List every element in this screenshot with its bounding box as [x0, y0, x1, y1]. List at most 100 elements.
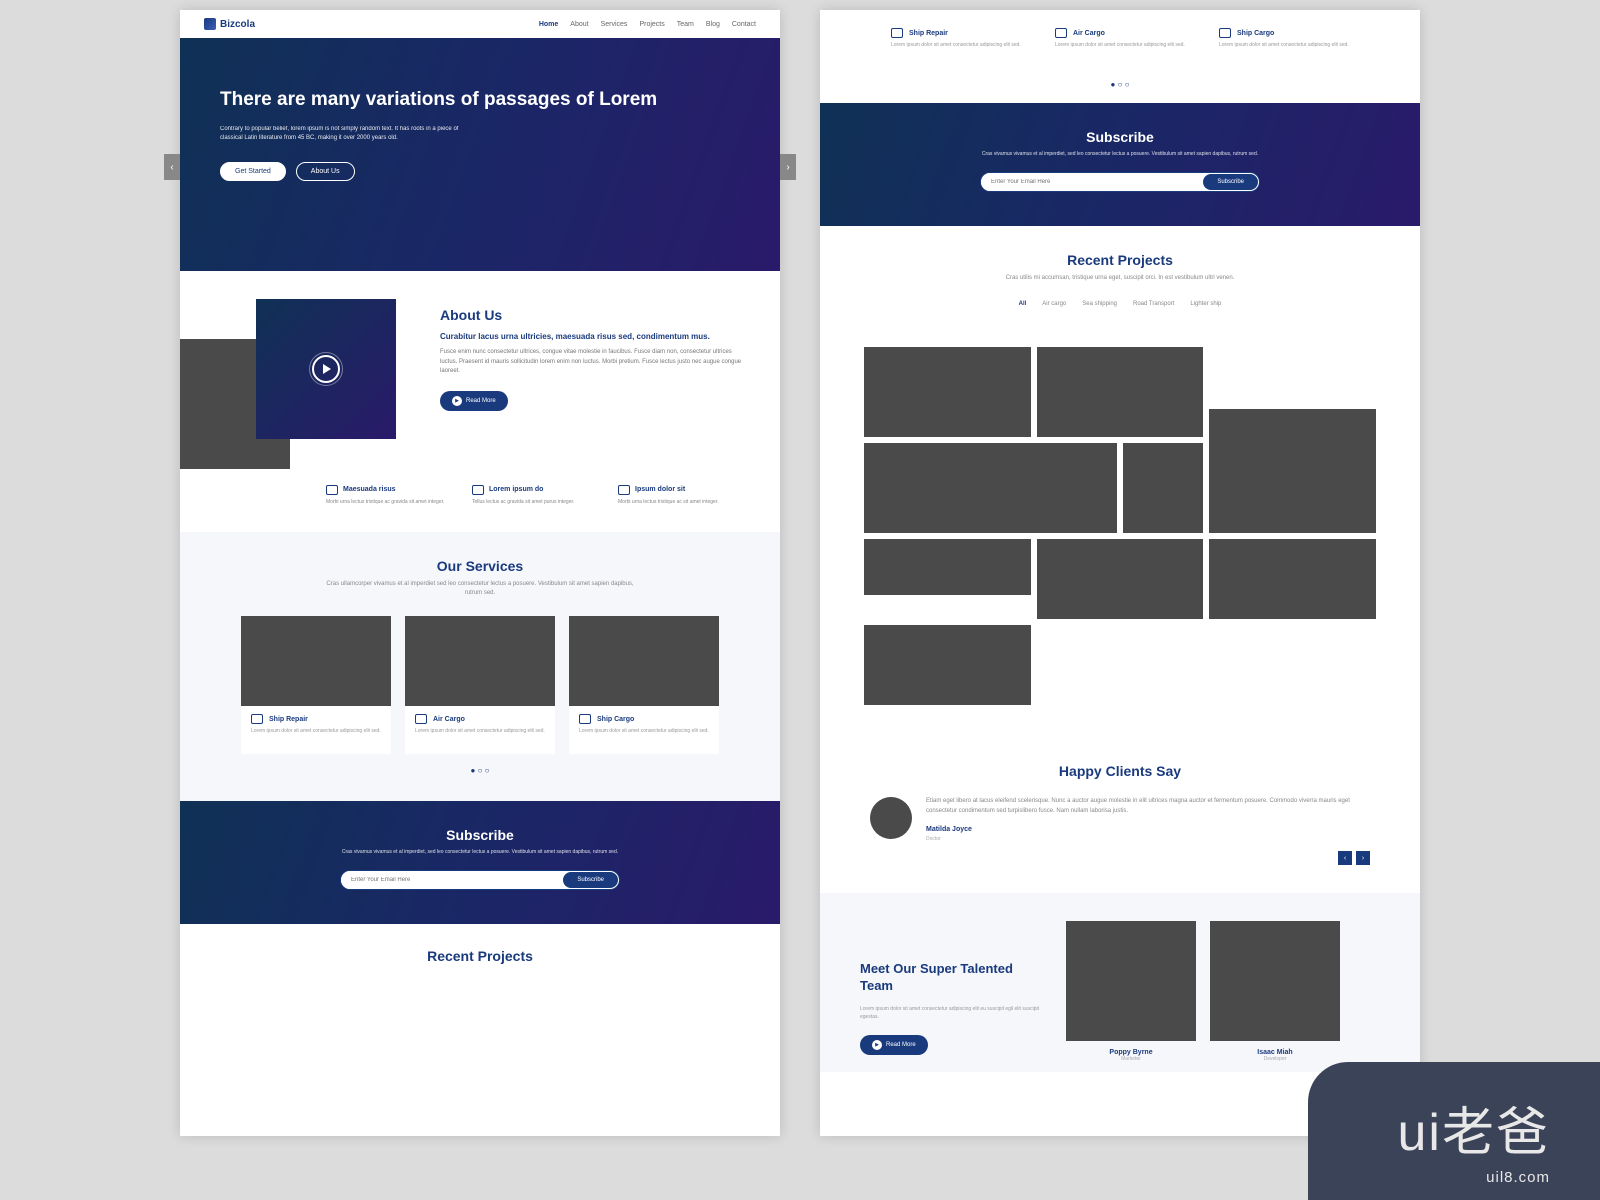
service-card[interactable]: Ship CargoLorem ipsum dolor sit amet con… — [1209, 20, 1359, 68]
nav-contact[interactable]: Contact — [732, 21, 756, 28]
carousel-dots[interactable]: ● ○ ○ — [856, 80, 1384, 89]
about-video[interactable] — [256, 299, 396, 439]
card-image — [241, 616, 391, 706]
testi-prev-icon[interactable]: ‹ — [1338, 851, 1352, 865]
feature-item: Maesuada risusMorbi urna lectus tristiqu… — [326, 485, 452, 507]
project-thumb[interactable] — [864, 443, 1117, 533]
project-thumb[interactable] — [1037, 347, 1204, 437]
nav-services[interactable]: Services — [601, 21, 628, 28]
right-preview: Ship RepairLorem ipsum dolor sit amet co… — [820, 10, 1420, 1136]
truck-icon — [326, 485, 338, 495]
subscribe-form: Subscribe — [340, 870, 620, 890]
card-image — [405, 616, 555, 706]
subscribe-button[interactable]: Subscribe — [1203, 174, 1258, 190]
member-photo — [1210, 921, 1340, 1041]
email-input[interactable] — [341, 871, 562, 889]
about-desc: Fusce enim nunc consectetur ultrices, co… — [440, 348, 744, 377]
ship-repair-icon — [251, 714, 263, 724]
team-title: Meet Our Super Talented Team — [860, 961, 1040, 995]
team-read-more-button[interactable]: Read More — [860, 1035, 928, 1055]
clients-title: Happy Clients Say — [870, 763, 1370, 779]
ship-repair-icon — [891, 28, 903, 38]
subscribe-button[interactable]: Subscribe — [563, 872, 618, 888]
nav-home[interactable]: Home — [539, 21, 558, 28]
project-thumb[interactable] — [864, 625, 1031, 705]
projects-grid — [820, 347, 1420, 735]
nav-team[interactable]: Team — [677, 21, 694, 28]
read-more-button[interactable]: Read More — [440, 391, 508, 411]
service-card[interactable]: Ship RepairLorem ipsum dolor sit amet co… — [881, 20, 1031, 68]
card-image — [569, 616, 719, 706]
main-nav: Home About Services Projects Team Blog C… — [539, 21, 756, 28]
services-section: Our Services Cras ullamcorper vivamus et… — [180, 532, 780, 801]
nav-blog[interactable]: Blog — [706, 21, 720, 28]
filter-item[interactable]: Lighter ship — [1190, 301, 1221, 307]
project-thumb[interactable] — [1209, 539, 1376, 619]
services-title: Our Services — [216, 558, 744, 574]
project-thumb[interactable] — [864, 539, 1031, 595]
testi-next-icon[interactable]: › — [1356, 851, 1370, 865]
hero-next-arrow[interactable]: › — [780, 154, 796, 180]
nav-about[interactable]: About — [570, 21, 588, 28]
air-cargo-icon — [415, 714, 427, 724]
service-card[interactable]: Ship CargoLorem ipsum dolor sit amet con… — [569, 616, 719, 754]
client-name: Matilda Joyce — [926, 824, 1370, 835]
about-us-button[interactable]: About Us — [296, 162, 355, 181]
features-row: Maesuada risusMorbi urna lectus tristiqu… — [326, 485, 744, 507]
filter-item[interactable]: Sea shipping — [1082, 301, 1117, 307]
client-quote: Etiam eget libero at lacus eleifend scel… — [926, 797, 1370, 816]
ship-cargo-icon — [1219, 28, 1231, 38]
left-preview: Bizcola Home About Services Projects Tea… — [180, 10, 780, 1136]
watermark: ui老爸 uil8.com — [1308, 1062, 1600, 1200]
air-cargo-icon — [1055, 28, 1067, 38]
subscribe-desc: Cras vivamus vivamus et al imperdiet, se… — [980, 151, 1260, 159]
subscribe-form: Subscribe — [980, 172, 1260, 192]
project-thumb[interactable] — [1037, 539, 1204, 619]
feature-item: Ipsum dolor sitMorbi urna lectus tristiq… — [618, 485, 744, 507]
projects-sub: Cras utilis mi accumsan, tristique urna … — [960, 274, 1280, 283]
projects-title: Recent Projects — [856, 252, 1384, 268]
testimonials-section: Happy Clients Say Etiam eget libero at l… — [820, 735, 1420, 893]
project-thumb[interactable] — [1209, 409, 1376, 533]
testimonial-nav: ‹ › — [870, 851, 1370, 865]
client-avatar — [870, 797, 912, 839]
services-cards-top: Ship RepairLorem ipsum dolor sit amet co… — [820, 10, 1420, 103]
team-member[interactable]: Isaac MiahDeveloper — [1210, 921, 1340, 1062]
about-title: About Us — [440, 307, 744, 323]
logo-icon — [204, 18, 216, 30]
filter-all[interactable]: All — [1019, 301, 1027, 307]
filter-item[interactable]: Road Transport — [1133, 301, 1174, 307]
logo[interactable]: Bizcola — [204, 18, 255, 30]
projects-section: Recent Projects Cras utilis mi accumsan,… — [820, 226, 1420, 347]
client-role: Doctor — [926, 835, 1370, 843]
ship-cargo-icon — [579, 714, 591, 724]
subscribe-desc: Cras vivamus vivamus et al imperdiet, se… — [340, 849, 620, 857]
topbar: Bizcola Home About Services Projects Tea… — [180, 10, 780, 38]
project-filters: All Air cargo Sea shipping Road Transpor… — [856, 301, 1384, 307]
ship-icon — [618, 485, 630, 495]
team-member[interactable]: Poppy ByrneMarketer — [1066, 921, 1196, 1062]
carousel-dots[interactable]: ● ○ ○ — [216, 766, 744, 775]
subscribe-title: Subscribe — [220, 827, 740, 843]
get-started-button[interactable]: Get Started — [220, 162, 286, 181]
team-section: Meet Our Super Talented Team Lorem ipsum… — [820, 893, 1420, 1072]
team-desc: Lorem ipsum dolor sit amet consectetur a… — [860, 1005, 1040, 1021]
feature-item: Lorem ipsum doTellus lectus ac gravida s… — [472, 485, 598, 507]
globe-icon — [472, 485, 484, 495]
service-card[interactable]: Air CargoLorem ipsum dolor sit amet cons… — [405, 616, 555, 754]
services-sub: Cras ullamcorper vivamus et al imperdiet… — [320, 580, 640, 598]
service-card[interactable]: Ship RepairLorem ipsum dolor sit amet co… — [241, 616, 391, 754]
filter-item[interactable]: Air cargo — [1042, 301, 1066, 307]
play-icon — [312, 355, 340, 383]
subscribe-section: Subscribe Cras vivamus vivamus et al imp… — [820, 103, 1420, 227]
service-card[interactable]: Air CargoLorem ipsum dolor sit amet cons… — [1045, 20, 1195, 68]
recent-projects-heading: Recent Projects — [180, 924, 780, 974]
nav-projects[interactable]: Projects — [639, 21, 664, 28]
subscribe-section: Subscribe Cras vivamus vivamus et al imp… — [180, 801, 780, 925]
hero-prev-arrow[interactable]: ‹ — [164, 154, 180, 180]
project-thumb[interactable] — [1123, 443, 1203, 533]
about-section: About Us Curabitur lacus urna ultricies,… — [180, 271, 780, 467]
email-input[interactable] — [981, 173, 1202, 191]
hero-desc: Contrary to popular belief, lorem ipsum … — [220, 125, 480, 144]
project-thumb[interactable] — [864, 347, 1031, 437]
